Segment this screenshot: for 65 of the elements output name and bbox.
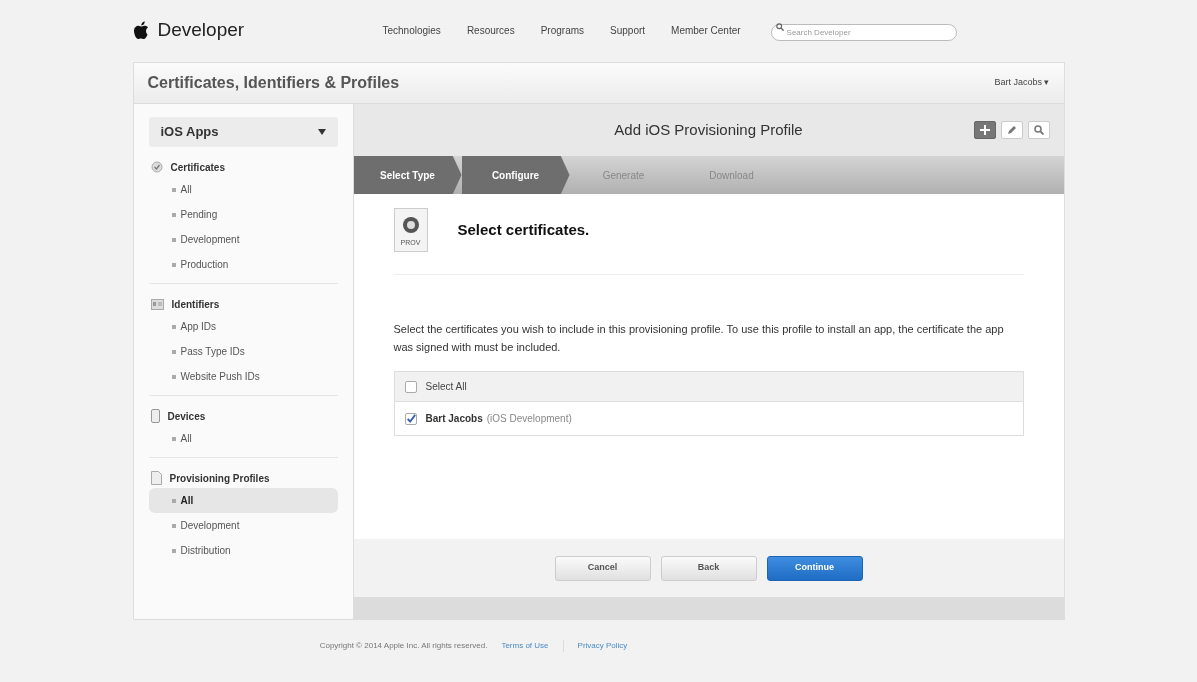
certificate-name: Bart Jacobs [425,412,483,426]
bullet-icon [171,187,176,192]
nav-link[interactable]: Resources [466,22,515,38]
step-label: Generate [601,168,646,183]
sidebar-item[interactable]: Development [148,227,338,252]
checkbox[interactable] [404,380,417,393]
sidebar-item[interactable]: Pass Type IDs [148,339,338,364]
sidebar-item[interactable]: Website Push IDs [148,364,338,389]
apple-logo-icon [132,20,149,40]
step-label: Download [708,168,755,183]
bullet-icon [171,498,176,503]
toolbar-button[interactable] [973,121,996,139]
sidebar-item[interactable]: All [148,426,338,451]
bullet-icon [171,324,176,329]
certificate-type: (iOS Development) [486,412,572,426]
checkbox[interactable] [404,412,417,425]
footer-link[interactable]: Privacy Policy [562,640,628,652]
copyright-text: Copyright © 2014 Apple Inc. All rights reserved. [319,640,488,652]
page-title: Certificates, Identifiers & Profiles [147,73,400,93]
sidebar-item[interactable]: Distribution [148,538,338,563]
action-button[interactable]: Back [660,555,757,581]
search-field[interactable]: Search Developer [770,24,957,41]
caret-icon [317,129,326,135]
step-label: Select Type [353,156,462,194]
platform-dropdown[interactable]: iOS Apps [148,117,338,147]
user-menu[interactable]: Bart Jacobs ▾ [994,76,1050,90]
sidebar-item[interactable]: Development [148,513,338,538]
section-heading: Identifiers [171,297,220,312]
panel-title: Add iOS Provisioning Profile [614,119,803,140]
id-card-icon [150,298,164,310]
bullet-icon [171,374,176,379]
document-icon [150,471,162,485]
bullet-icon [171,262,176,267]
sidebar-item[interactable]: All [148,177,338,202]
sidebar-item[interactable]: App IDs [148,314,338,339]
sidebar-item[interactable]: All [148,488,338,513]
section-heading: Devices [167,409,206,424]
checkmark-circle-icon [150,161,163,173]
nav-link[interactable]: Member Center [671,22,741,38]
instructions-text: Select the certificates you wish to include in this provisioning profile. To use this profile to install an app, the certificate the app was signed with must be included. [393,322,1005,355]
search-icon [775,23,784,31]
footer-link[interactable]: Terms of Use [501,640,549,652]
bullet-icon [171,212,176,217]
section-heading: Select certificates. [457,219,590,240]
bullet-icon [171,548,176,553]
action-button[interactable]: Cancel [554,555,651,581]
sidebar-item[interactable]: Production [148,252,338,277]
nav-link[interactable]: Support [610,22,646,38]
bullet-icon [171,349,176,354]
nav-link[interactable]: Programs [540,22,585,38]
search-icon [1033,125,1044,135]
bullet-icon [171,436,176,441]
pencil-icon [1006,125,1017,135]
action-button[interactable]: Continue [766,555,863,581]
step-label: Configure [461,156,570,194]
checkbox-label: Select All [425,380,467,394]
bullet-icon [171,237,176,242]
phone-icon [150,409,160,423]
nav-link[interactable]: Technologies [382,22,441,38]
section-heading: Certificates [170,160,225,175]
brand-name[interactable]: Developer [157,15,383,45]
section-heading: Provisioning Profiles [169,471,270,486]
plus-icon [979,125,990,135]
sidebar-item[interactable]: Pending [148,202,338,227]
bullet-icon [171,523,176,528]
